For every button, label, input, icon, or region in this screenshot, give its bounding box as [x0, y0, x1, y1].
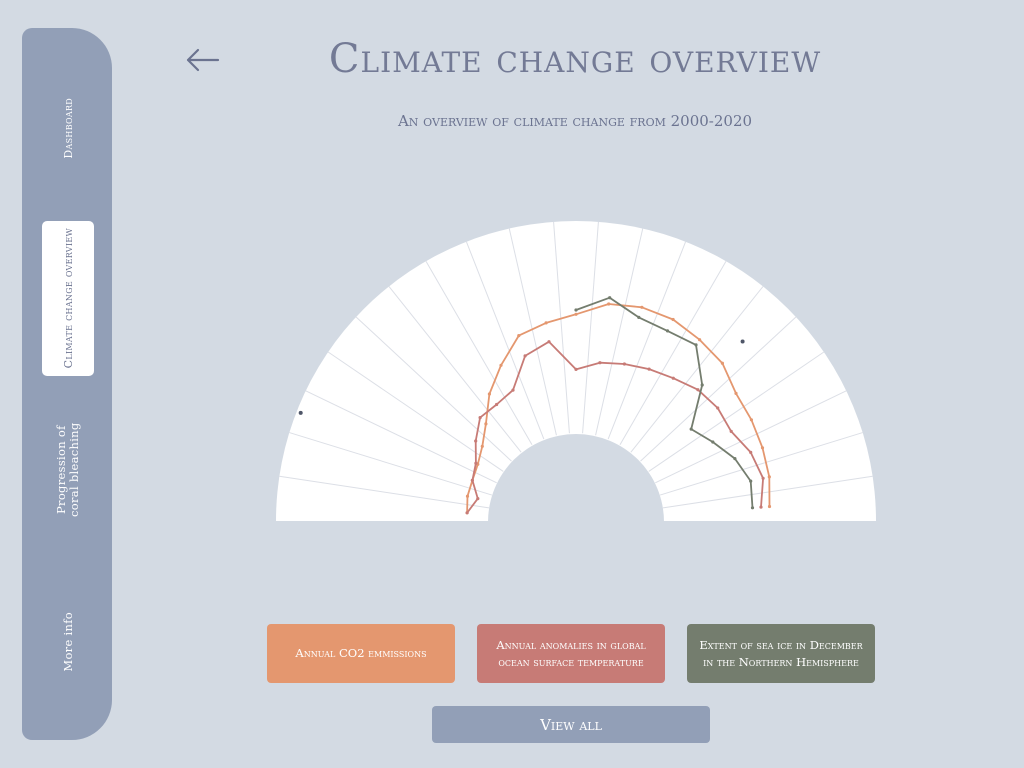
data-point	[474, 461, 478, 465]
data-point	[511, 388, 515, 392]
data-point	[734, 391, 738, 395]
data-point	[749, 450, 753, 454]
data-point	[749, 418, 753, 422]
data-point	[470, 478, 474, 482]
data-point	[720, 361, 724, 365]
data-point	[607, 302, 611, 306]
sidebar-item-label: More info	[60, 612, 75, 672]
data-point	[698, 338, 702, 342]
data-point	[767, 504, 772, 509]
data-point	[544, 321, 548, 325]
data-point	[547, 340, 551, 344]
arrow-left-icon	[186, 48, 220, 72]
data-point	[640, 305, 644, 309]
data-point	[495, 402, 499, 407]
data-point	[622, 362, 626, 366]
data-point	[298, 410, 303, 415]
data-point	[465, 511, 469, 515]
data-point	[733, 457, 737, 461]
data-point	[759, 505, 763, 509]
data-point	[716, 406, 720, 410]
data-point	[740, 339, 745, 344]
data-point	[689, 427, 693, 431]
sidebar-item-climate-change-overview[interactable]: Climate change overview	[42, 221, 94, 376]
data-point	[665, 329, 670, 333]
sidebar-item-more-info[interactable]: More info	[42, 606, 94, 678]
radial-chart	[276, 221, 876, 522]
data-point	[647, 367, 651, 371]
data-point	[465, 494, 470, 498]
legend-sea-ice-label: Extent of sea ice in December in the Nor…	[699, 637, 863, 669]
data-point	[711, 440, 715, 444]
data-point	[499, 363, 503, 367]
data-point	[671, 317, 675, 322]
data-point	[487, 392, 491, 396]
data-point	[729, 429, 733, 433]
sidebar-item-label: Dashboard	[61, 97, 75, 159]
sidebar-item-coral-bleaching[interactable]: Progression of coral bleaching	[42, 420, 94, 520]
legend-co2-label: Annual CO2 emmissions	[295, 646, 427, 660]
data-point	[761, 476, 765, 480]
sidebar-item-label: Progression of coral bleaching	[54, 422, 81, 518]
data-point	[574, 312, 578, 316]
data-point	[696, 388, 700, 392]
data-point	[517, 334, 521, 338]
data-point	[574, 367, 578, 371]
legend-co2-button[interactable]: Annual CO2 emmissions	[267, 624, 455, 683]
page-title: Climate change overview	[328, 36, 822, 82]
sidebar: Dashboard Climate change overview Progre…	[22, 28, 112, 740]
legend-ocean-temp-label: Annual anomalies in global ocean surface…	[496, 637, 646, 669]
data-point	[478, 416, 482, 420]
page-subtitle: An overview of climate change from 2000-…	[397, 112, 753, 130]
data-point	[700, 383, 704, 387]
legend-ocean-temp-button[interactable]: Annual anomalies in global ocean surface…	[477, 624, 665, 683]
data-point	[523, 354, 527, 358]
data-point	[749, 479, 753, 483]
data-point	[474, 439, 478, 443]
data-point	[598, 361, 602, 365]
data-point	[671, 376, 675, 380]
data-point	[608, 296, 612, 300]
data-point	[476, 497, 480, 501]
back-button[interactable]	[180, 40, 224, 80]
data-point	[694, 343, 698, 347]
data-point	[767, 475, 771, 479]
data-point	[574, 308, 578, 312]
legend-sea-ice-button[interactable]: Extent of sea ice in December in the Nor…	[687, 624, 875, 683]
data-point	[484, 422, 488, 426]
data-point	[480, 444, 484, 448]
data-point	[637, 315, 641, 319]
data-point	[750, 506, 755, 510]
data-point	[760, 446, 765, 450]
sidebar-item-dashboard[interactable]: Dashboard	[42, 86, 94, 170]
view-all-button[interactable]: View all	[432, 706, 710, 743]
view-all-label: View all	[540, 715, 602, 734]
sidebar-item-label: Climate change overview	[61, 228, 75, 369]
